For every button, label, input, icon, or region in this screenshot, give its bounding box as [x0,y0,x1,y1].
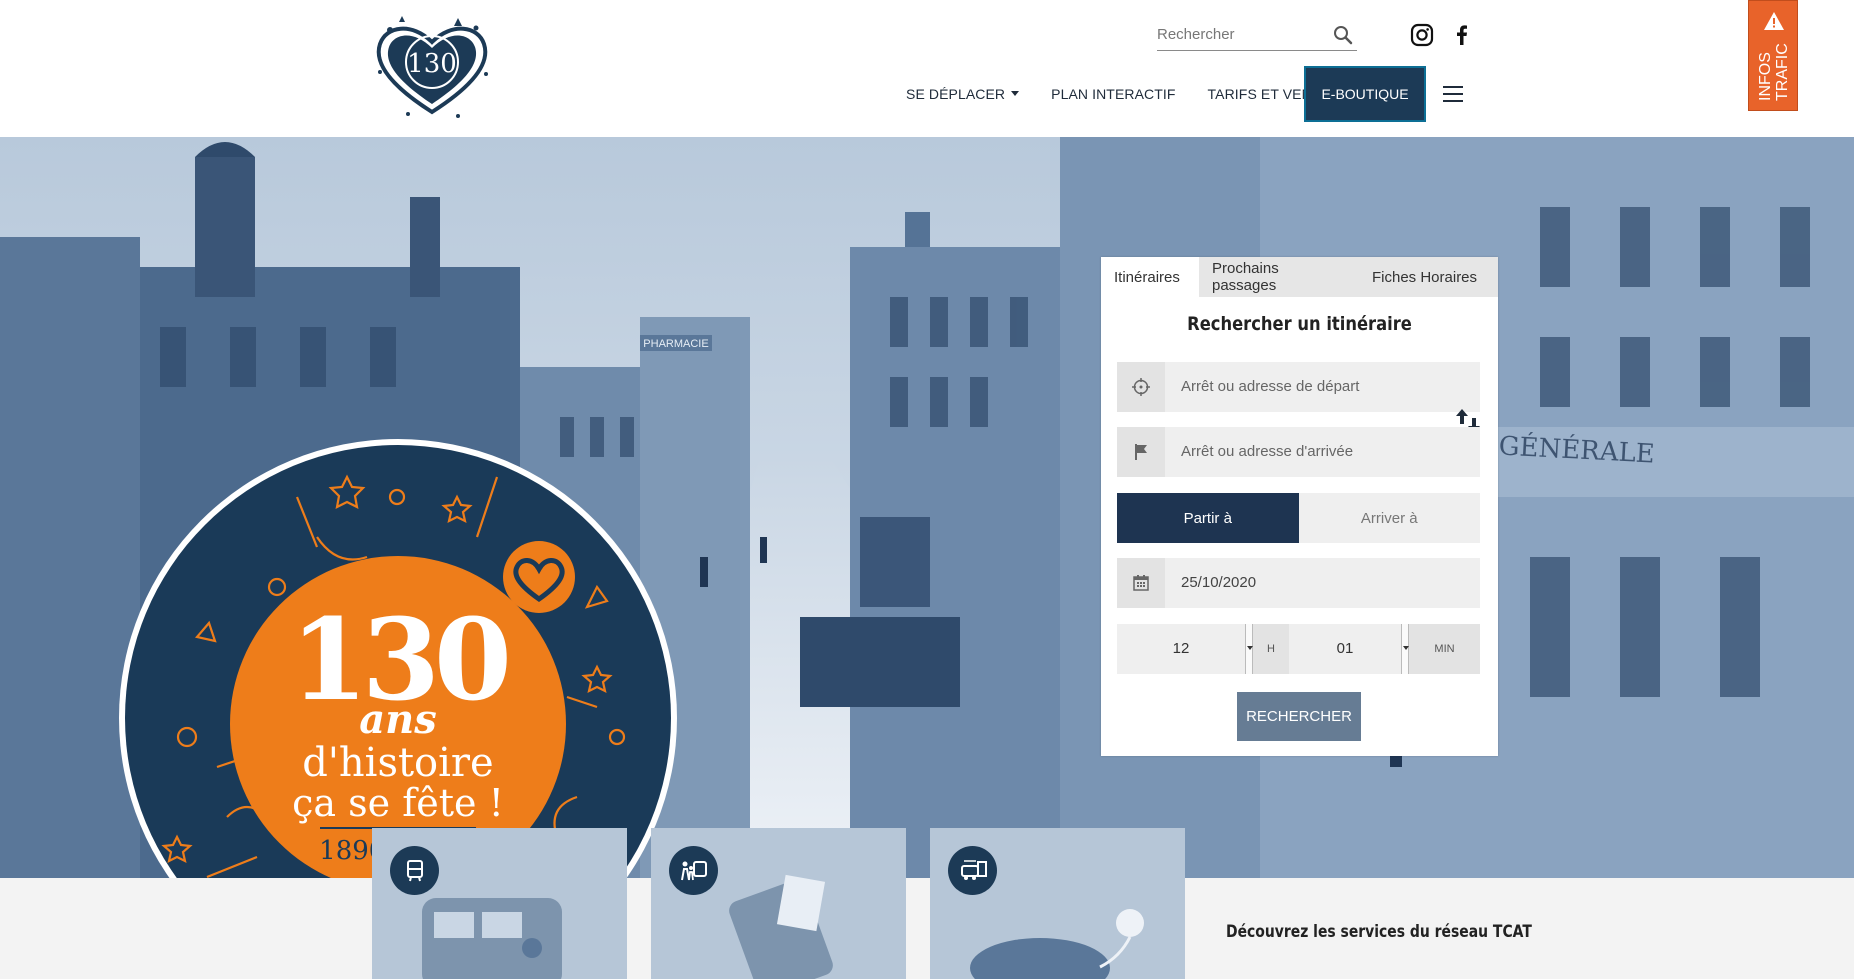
nav-label: PLAN INTERACTIF [1051,86,1176,102]
infos-trafic-button[interactable]: INFOS TRAFIC [1748,0,1798,111]
hour-value: 12 [1172,640,1190,657]
rechercher-button[interactable]: RECHERCHER [1237,692,1361,741]
service-card-bus[interactable] [372,828,627,979]
badge-line2: ça se fête ! [292,781,504,825]
main-nav: SE DÉPLACER PLAN INTERACTIF TARIFS ET VE… [890,66,1360,122]
hour-stepper[interactable]: 12 H [1117,624,1289,674]
hour-spinner[interactable] [1245,624,1253,674]
panel-tabs: Itinéraires Prochains passages Fiches Ho… [1101,257,1498,297]
itinerary-search-panel: Itinéraires Prochains passages Fiches Ho… [1101,257,1498,756]
svg-text:130: 130 [407,49,457,79]
arrival-placeholder: Arrêt ou adresse d'arrivée [1181,443,1354,460]
service-card-ticket[interactable] [930,828,1185,979]
hero-banner: PHARMACIE SOCIÉTÉ GÉNÉRALE 130 ans d'his… [0,137,1854,878]
nav-label: SE DÉPLACER [906,86,1006,102]
services-section [0,878,1854,979]
arriver-a-option[interactable]: Arriver à [1298,493,1480,543]
nav-plan-interactif[interactable]: PLAN INTERACTIF [1051,86,1175,102]
site-logo[interactable]: 130 [368,12,496,124]
tab-prochains-passages[interactable]: Prochains passages [1199,257,1359,297]
caret-down-icon [1011,90,1020,96]
minute-spinner[interactable] [1401,624,1409,674]
eboutique-button[interactable]: E-BOUTIQUE [1304,66,1426,122]
arrival-field[interactable]: Arrêt ou adresse d'arrivée [1117,427,1480,477]
search-bar [1157,20,1357,51]
bus-icon [390,846,439,895]
calendar-icon [1117,558,1165,608]
pharmacie-sign: PHARMACIE [643,338,708,350]
minute-stepper[interactable]: 01 MIN [1289,624,1480,674]
instagram-icon[interactable] [1409,22,1435,48]
service-card-passengers[interactable] [651,828,906,979]
infos-trafic-label: INFOS TRAFIC [1757,43,1791,101]
passengers-icon [669,846,718,895]
tab-itineraires[interactable]: Itinéraires [1101,257,1199,297]
search-input[interactable] [1157,20,1327,48]
eboutique-label: E-BOUTIQUE [1321,86,1409,102]
departure-placeholder: Arrêt ou adresse de départ [1181,378,1360,395]
ticket-machine-icon [948,846,997,895]
partir-a-option[interactable]: Partir à [1117,493,1299,543]
tab-fiches-horaires[interactable]: Fiches Horaires [1359,257,1498,297]
facebook-icon[interactable] [1449,22,1475,48]
minute-unit: MIN [1409,624,1480,674]
search-icon[interactable] [1331,23,1355,47]
minute-value: 01 [1336,640,1354,657]
badge-line1: d'histoire [302,740,493,786]
departure-arrival-toggle: Partir à Arriver à [1117,493,1480,543]
anniversary-badge: 130 ans d'histoire ça se fête ! 1890 - 2… [119,439,677,878]
crosshair-icon [1117,362,1165,412]
panel-title: Rechercher un itinéraire [1187,313,1412,335]
date-field[interactable]: 25/10/2020 [1117,558,1480,608]
services-heading: Découvrez les services du réseau TCAT [1226,922,1532,942]
menu-icon[interactable] [1443,86,1463,102]
site-header: 130 SE DÉPLACER PLAN INTERACTIF TARIFS E… [0,0,1854,137]
flag-icon [1117,427,1165,477]
badge-ans: ans [359,696,437,743]
hour-unit: H [1253,624,1289,674]
nav-se-deplacer[interactable]: SE DÉPLACER [906,86,1020,102]
date-value: 25/10/2020 [1181,574,1257,591]
departure-field[interactable]: Arrêt ou adresse de départ [1117,362,1480,412]
